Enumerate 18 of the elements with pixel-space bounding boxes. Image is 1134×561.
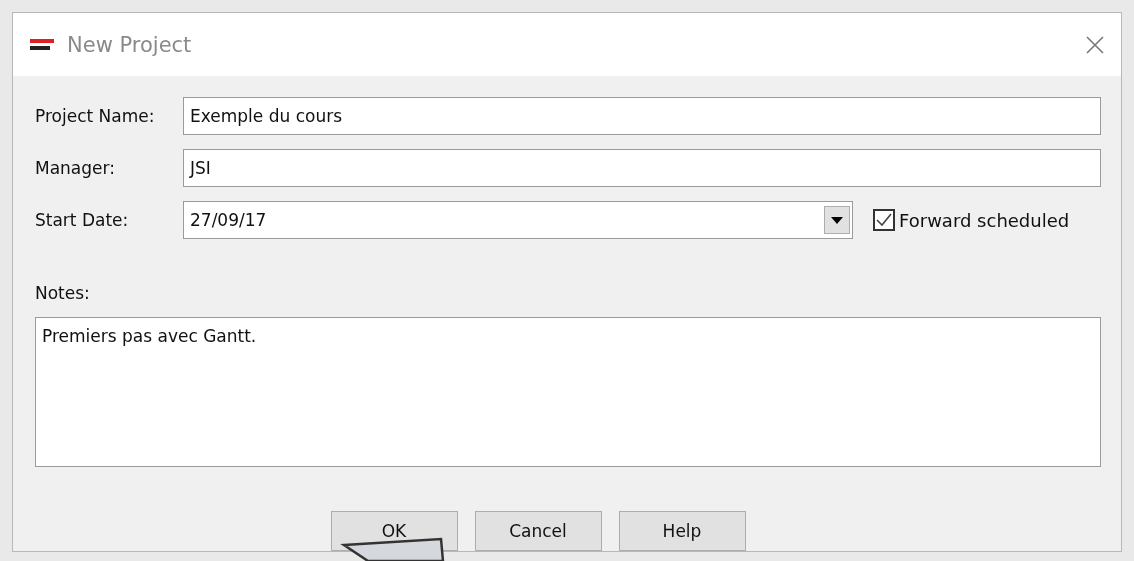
field-label: Start Date:	[35, 210, 130, 230]
checkbox[interactable]	[873, 209, 895, 231]
field-label: Manager:	[35, 158, 116, 178]
check-icon	[876, 213, 892, 227]
checkbox-label: Forward scheduled	[899, 209, 1070, 231]
app-logo-icon	[29, 37, 55, 52]
window-title: New Project	[67, 32, 193, 57]
input-field[interactable]: JSI	[183, 149, 1101, 187]
notes-field[interactable]: Premiers pas avec Gantt.	[35, 317, 1101, 467]
input-field[interactable]: Exemple du cours	[183, 97, 1101, 135]
dialog-button[interactable]: Cancel	[474, 511, 602, 551]
field-label: Project Name:	[35, 106, 156, 126]
caret-icon	[831, 216, 843, 224]
dropdown-button[interactable]	[824, 206, 850, 234]
date-field[interactable]: 27/09/17	[183, 201, 853, 239]
dialog-button[interactable]: Help	[618, 511, 746, 551]
close-icon[interactable]	[1085, 34, 1105, 55]
notes-label: Notes:	[35, 283, 91, 303]
